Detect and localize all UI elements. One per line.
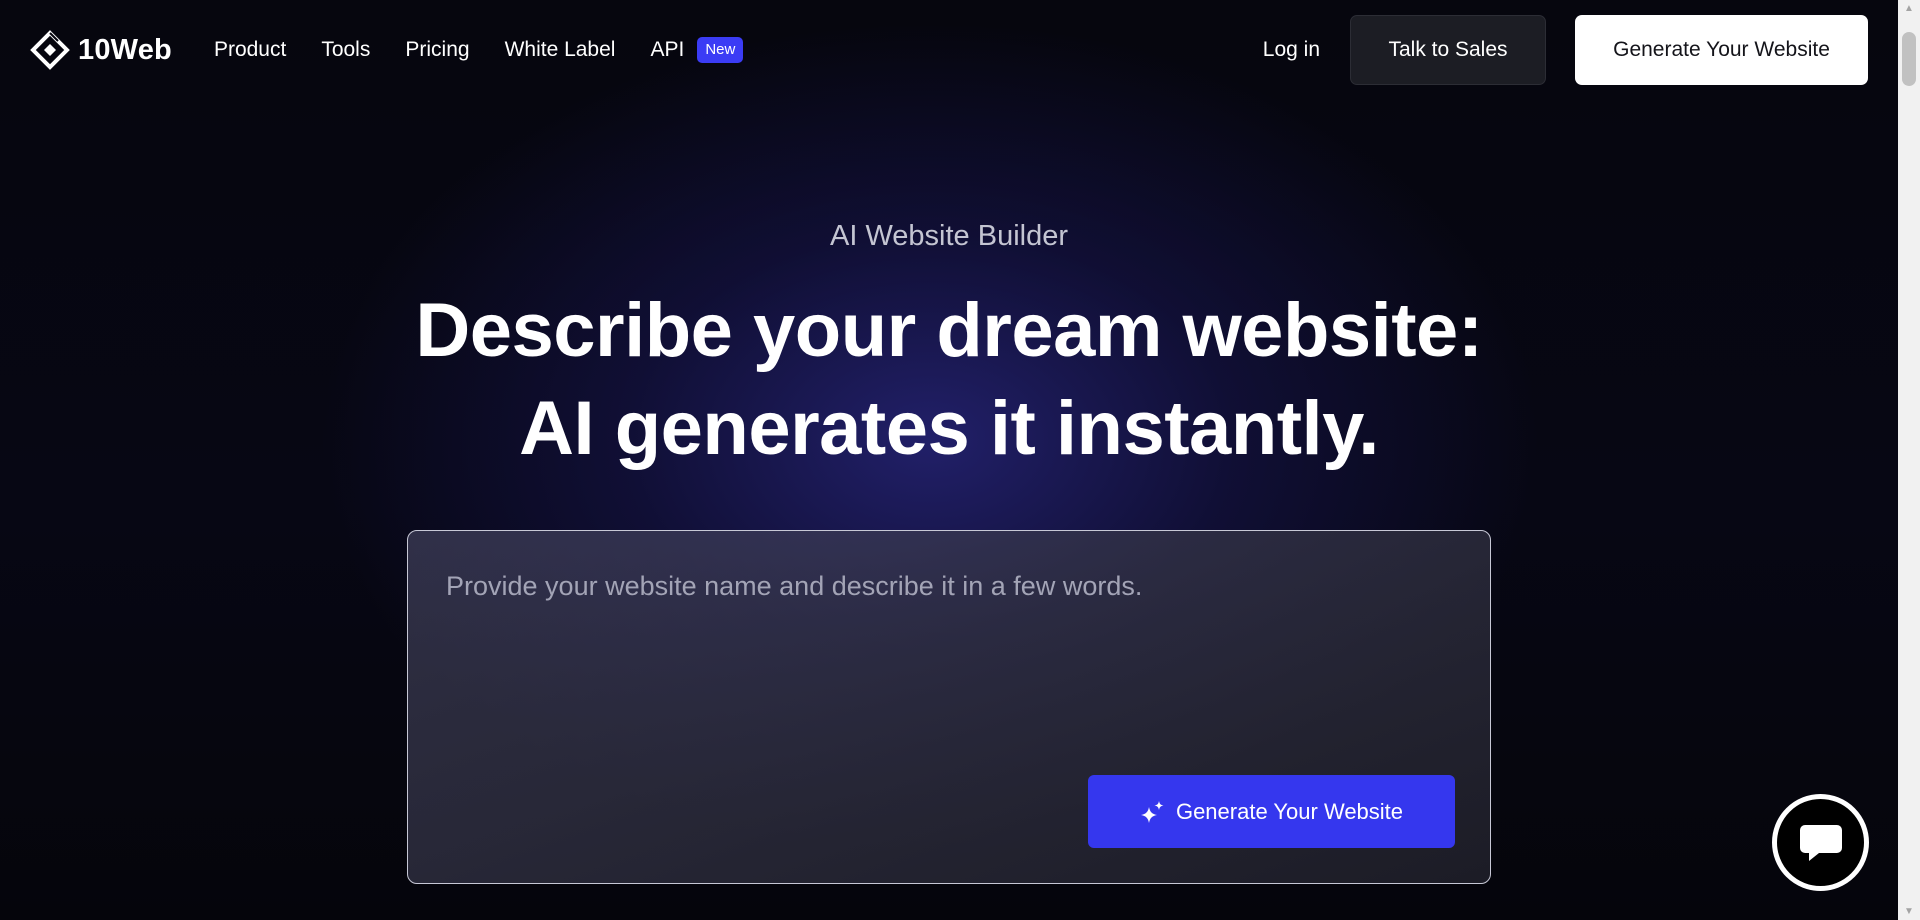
chat-bubble-icon (1799, 824, 1842, 861)
new-badge: New (697, 37, 744, 63)
brand-name: 10Web (78, 33, 172, 66)
generate-website-button-label: Generate Your Website (1175, 798, 1404, 824)
top-navigation: 10Web Product Tools Pricing White Label … (0, 0, 1898, 100)
vertical-scrollbar[interactable]: ▲ ▼ (1898, 0, 1920, 920)
headline-line-2: AI generates it instantly. (519, 386, 1379, 471)
scrollbar-thumb[interactable] (1902, 32, 1916, 86)
primary-menu: Product Tools Pricing White Label API Ne… (214, 37, 744, 63)
brand-logo[interactable]: 10Web (30, 30, 172, 70)
nav-pricing[interactable]: Pricing (405, 38, 469, 62)
nav-white-label[interactable]: White Label (505, 38, 616, 62)
website-description-input[interactable] (446, 571, 1446, 761)
page-viewport: 10Web Product Tools Pricing White Label … (0, 0, 1920, 920)
login-link[interactable]: Log in (1263, 38, 1320, 62)
nav-api[interactable]: API New (650, 37, 744, 63)
talk-to-sales-button[interactable]: Talk to Sales (1350, 15, 1546, 85)
generate-website-nav-button[interactable]: Generate Your Website (1575, 15, 1868, 85)
scroll-up-arrow-icon[interactable]: ▲ (1898, 0, 1920, 17)
generate-website-button[interactable]: Generate Your Website (1088, 775, 1455, 848)
diamond-logo-icon (30, 30, 70, 70)
nav-product[interactable]: Product (214, 38, 286, 62)
nav-actions: Log in Talk to Sales Generate Your Websi… (1263, 15, 1868, 85)
scroll-down-arrow-icon[interactable]: ▼ (1898, 903, 1920, 920)
nav-tools[interactable]: Tools (321, 38, 370, 62)
hero-headline: Describe your dream website: AI generate… (0, 282, 1898, 478)
website-prompt-box: Generate Your Website (407, 530, 1491, 884)
sparkle-icon (1140, 800, 1164, 823)
nav-api-label: API (650, 38, 685, 61)
headline-line-1: Describe your dream website: (415, 288, 1483, 373)
chat-launcher-button[interactable] (1772, 794, 1869, 891)
hero-eyebrow: AI Website Builder (829, 220, 1069, 252)
